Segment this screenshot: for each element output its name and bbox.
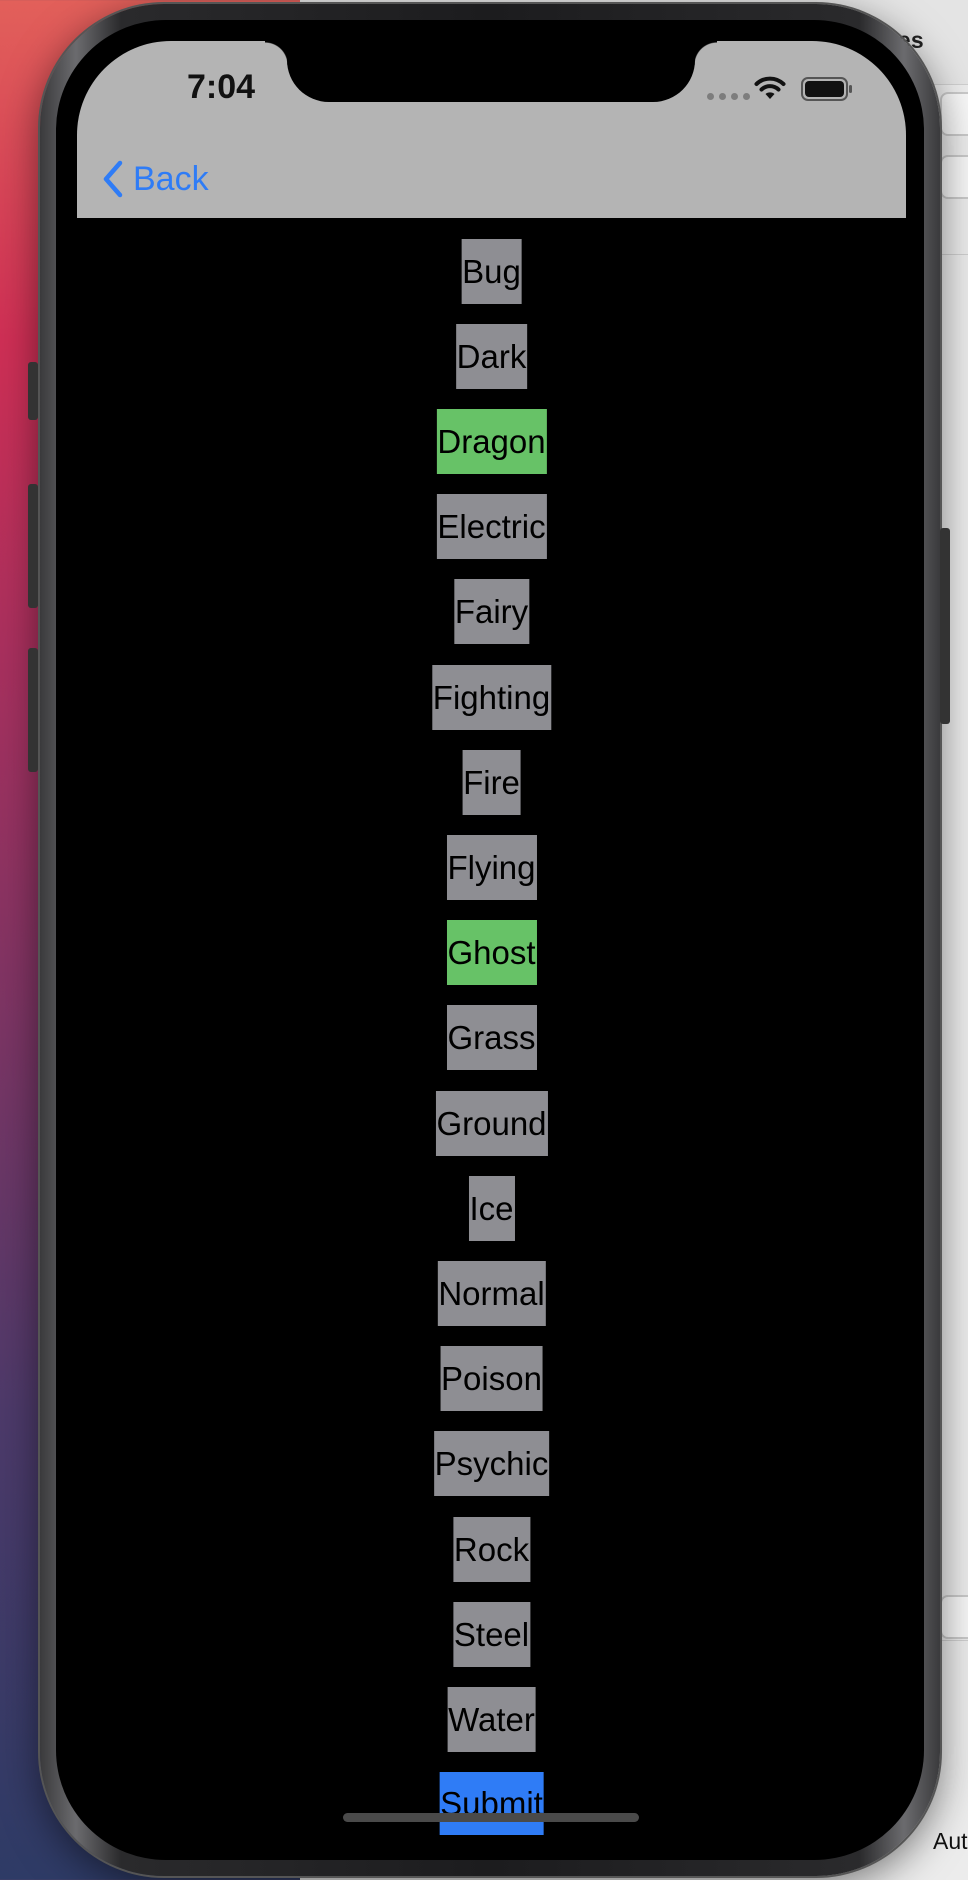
battery-icon (801, 77, 852, 101)
type-button-electric[interactable]: Electric (436, 494, 547, 559)
type-button-rock[interactable]: Rock (452, 1517, 531, 1582)
type-button-normal[interactable]: Normal (437, 1261, 546, 1326)
background-control (940, 1595, 968, 1639)
power-button (940, 528, 950, 724)
type-button-fire[interactable]: Fire (462, 750, 521, 815)
background-window-label: Aut (933, 1828, 968, 1854)
back-label: Back (133, 159, 209, 198)
camera-notch (265, 41, 717, 102)
type-button-ghost[interactable]: Ghost (446, 920, 537, 985)
type-button-water[interactable]: Water (447, 1687, 536, 1752)
type-button-fighting[interactable]: Fighting (431, 665, 552, 730)
type-button-dark[interactable]: Dark (455, 324, 528, 389)
type-button-bug[interactable]: Bug (461, 239, 522, 304)
type-button-fairy[interactable]: Fairy (453, 579, 530, 644)
type-button-flying[interactable]: Flying (446, 835, 537, 900)
type-button-poison[interactable]: Poison (440, 1346, 543, 1411)
type-button-psychic[interactable]: Psychic (433, 1431, 550, 1496)
home-indicator[interactable] (343, 1813, 639, 1822)
signal-icon (707, 93, 750, 100)
type-button-grass[interactable]: Grass (446, 1005, 537, 1070)
background-control (940, 92, 968, 136)
background-divider (936, 254, 968, 255)
volume-up-button (28, 484, 38, 608)
navigation-bar: 7:04 Back (77, 41, 906, 218)
status-time: 7:04 (186, 68, 256, 106)
type-button-steel[interactable]: Steel (452, 1602, 531, 1667)
volume-down-button (28, 648, 38, 772)
type-button-dragon[interactable]: Dragon (436, 409, 547, 474)
mute-switch (28, 362, 38, 420)
submit-button[interactable]: Submit (439, 1772, 544, 1835)
phone-screen: 7:04 Back Bug Dark Dragon Electric Fairy… (77, 41, 906, 1840)
wifi-icon (754, 76, 786, 99)
background-control (940, 155, 968, 199)
type-button-ground[interactable]: Ground (435, 1091, 548, 1156)
background-divider (936, 1640, 968, 1641)
chevron-left-icon (103, 160, 123, 198)
type-button-ice[interactable]: Ice (468, 1176, 515, 1241)
back-button[interactable]: Back (101, 157, 209, 201)
